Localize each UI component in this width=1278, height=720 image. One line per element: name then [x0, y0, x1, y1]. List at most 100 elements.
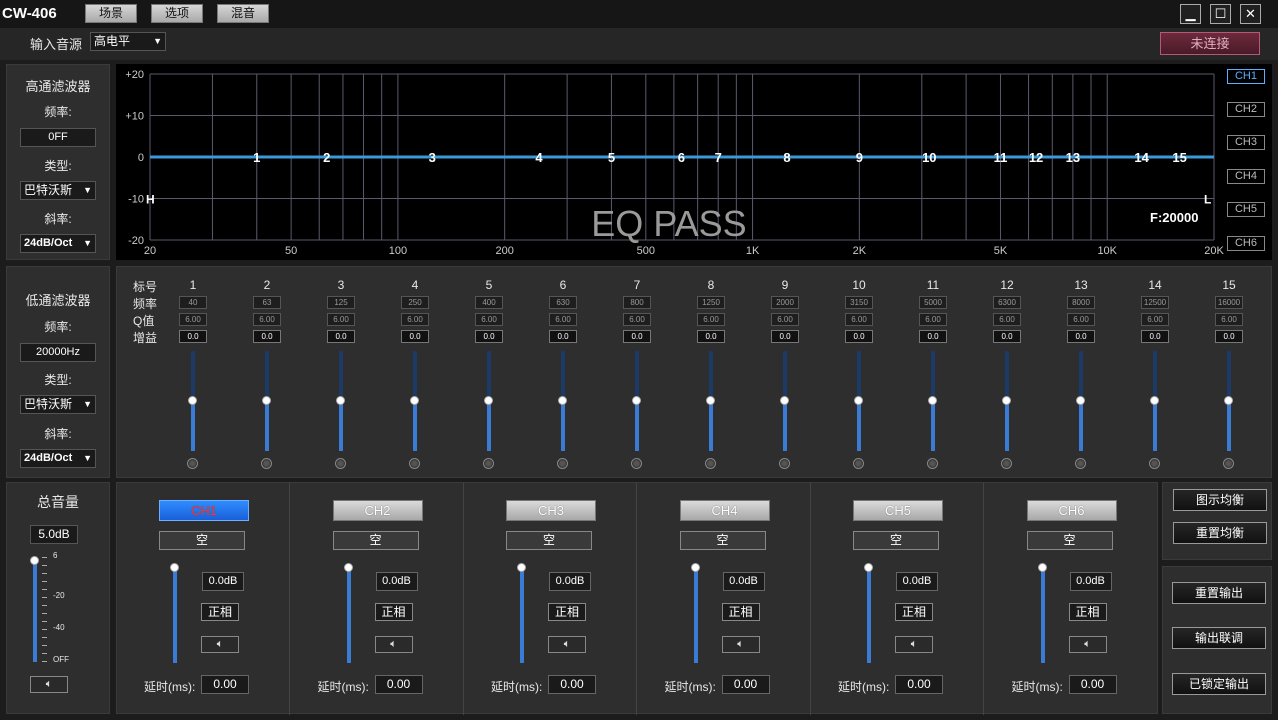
reset-output-button[interactable]: 重置输出	[1172, 582, 1266, 604]
band-q-field[interactable]: 6.00	[919, 313, 947, 326]
graph-tab-ch3[interactable]: CH3	[1227, 135, 1265, 150]
channel-slot-button[interactable]: 空	[506, 531, 592, 550]
band-freq-field[interactable]: 1250	[697, 296, 725, 309]
master-mute-button[interactable]: 🔈︎	[30, 676, 68, 693]
band-gain-field[interactable]: 0.0	[697, 330, 725, 343]
master-volume-value[interactable]: 5.0dB	[30, 525, 78, 544]
band-freq-field[interactable]: 3150	[845, 296, 873, 309]
band-gain-thumb[interactable]	[780, 396, 789, 405]
band-gain-thumb[interactable]	[706, 396, 715, 405]
channel-mute-button[interactable]: 🔈︎	[895, 636, 933, 653]
channel-slot-button[interactable]: 空	[332, 531, 419, 550]
band-q-field[interactable]: 6.00	[549, 313, 577, 326]
band-q-field[interactable]: 6.00	[1215, 313, 1243, 326]
minimize-icon[interactable]: ▁	[1180, 4, 1201, 24]
band-q-field[interactable]: 6.00	[1067, 313, 1095, 326]
band-gain-field[interactable]: 0.0	[771, 330, 799, 343]
delay-field[interactable]: 0.00	[374, 675, 423, 694]
band-gain-field[interactable]: 0.0	[919, 330, 947, 343]
channel-gain-value[interactable]: 0.0dB	[896, 572, 938, 591]
band-gain-field[interactable]: 0.0	[993, 330, 1021, 343]
band-gain-thumb[interactable]	[928, 396, 937, 405]
locked-output-button[interactable]: 已锁定输出	[1172, 673, 1266, 695]
channel-select-button[interactable]: CH4	[679, 500, 770, 521]
show-eq-button[interactable]: 图示均衡	[1173, 489, 1267, 511]
channel-gain-thumb[interactable]	[690, 562, 700, 572]
band-gain-thumb[interactable]	[854, 396, 863, 405]
menu-options-button[interactable]: 选项	[151, 4, 203, 23]
phase-button[interactable]: 正相	[1068, 603, 1107, 621]
band-freq-field[interactable]: 2000	[771, 296, 799, 309]
eq-response-graph[interactable]: +20 +10 0 -10 -20 20 50 100 200 500 1K 2K 5K 10K 20K 1 2…	[116, 64, 1272, 260]
delay-field[interactable]: 0.00	[895, 675, 943, 694]
band-freq-field[interactable]: 5000	[919, 296, 947, 309]
graph-tab-ch4[interactable]: CH4	[1227, 169, 1265, 184]
band-bypass-knob[interactable]	[187, 458, 198, 469]
phase-button[interactable]: 正相	[721, 603, 760, 621]
band-bypass-knob[interactable]	[927, 458, 938, 469]
lowpass-slope-select[interactable]: 24dB/Oct ▼	[20, 449, 96, 468]
band-q-field[interactable]: 6.00	[179, 313, 207, 326]
band-freq-field[interactable]: 400	[475, 296, 503, 309]
master-volume-thumb[interactable]	[30, 556, 39, 566]
band-gain-thumb[interactable]	[262, 396, 271, 405]
band-freq-field[interactable]: 630	[549, 296, 577, 309]
channel-gain-thumb[interactable]	[343, 562, 353, 572]
band-bypass-knob[interactable]	[631, 458, 642, 469]
band-bypass-knob[interactable]	[1149, 458, 1160, 469]
channel-mute-button[interactable]: 🔈︎	[201, 636, 239, 653]
channel-gain-thumb[interactable]	[864, 562, 873, 572]
band-gain-thumb[interactable]	[1150, 396, 1159, 405]
band-gain-thumb[interactable]	[1002, 396, 1011, 405]
lowpass-freq-field[interactable]: 20000Hz	[20, 343, 96, 362]
channel-mute-button[interactable]: 🔈︎	[1068, 636, 1107, 653]
delay-field[interactable]: 0.00	[721, 675, 770, 694]
channel-gain-value[interactable]: 0.0dB	[722, 572, 765, 591]
band-freq-field[interactable]: 8000	[1067, 296, 1095, 309]
band-q-field[interactable]: 6.00	[327, 313, 355, 326]
band-bypass-knob[interactable]	[483, 458, 494, 469]
channel-mute-button[interactable]: 🔈︎	[548, 636, 586, 653]
band-gain-field[interactable]: 0.0	[845, 330, 873, 343]
channel-select-button[interactable]: CH3	[506, 500, 596, 521]
band-gain-field[interactable]: 0.0	[327, 330, 355, 343]
delay-field[interactable]: 0.00	[1068, 675, 1117, 694]
highpass-type-select[interactable]: 巴特沃斯 ▼	[20, 181, 96, 200]
connection-status-button[interactable]: 未连接	[1160, 32, 1260, 55]
channel-slot-button[interactable]: 空	[1026, 531, 1113, 550]
channel-mute-button[interactable]: 🔈︎	[374, 636, 413, 653]
band-bypass-knob[interactable]	[1001, 458, 1012, 469]
band-freq-field[interactable]: 12500	[1141, 296, 1169, 309]
channel-select-button[interactable]: CH1	[159, 500, 249, 521]
graph-tab-ch6[interactable]: CH6	[1227, 236, 1265, 251]
maximize-icon[interactable]: ☐	[1210, 4, 1231, 24]
band-q-field[interactable]: 6.00	[845, 313, 873, 326]
band-gain-field[interactable]: 0.0	[401, 330, 429, 343]
band-gain-field[interactable]: 0.0	[253, 330, 281, 343]
band-gain-field[interactable]: 0.0	[475, 330, 503, 343]
band-freq-field[interactable]: 16000	[1215, 296, 1243, 309]
band-bypass-knob[interactable]	[557, 458, 568, 469]
phase-button[interactable]: 正相	[374, 603, 413, 621]
phase-button[interactable]: 正相	[201, 603, 239, 621]
band-bypass-knob[interactable]	[779, 458, 790, 469]
band-q-field[interactable]: 6.00	[623, 313, 651, 326]
band-gain-field[interactable]: 0.0	[1215, 330, 1243, 343]
band-gain-field[interactable]: 0.0	[623, 330, 651, 343]
band-gain-thumb[interactable]	[336, 396, 345, 405]
highpass-freq-field[interactable]: 0FF	[20, 128, 96, 147]
band-gain-thumb[interactable]	[558, 396, 567, 405]
band-bypass-knob[interactable]	[261, 458, 272, 469]
phase-button[interactable]: 正相	[548, 603, 586, 621]
band-q-field[interactable]: 6.00	[401, 313, 429, 326]
channel-slot-button[interactable]: 空	[159, 531, 245, 550]
band-bypass-knob[interactable]	[705, 458, 716, 469]
channel-gain-value[interactable]: 0.0dB	[375, 572, 418, 591]
band-freq-field[interactable]: 63	[253, 296, 281, 309]
band-bypass-knob[interactable]	[409, 458, 420, 469]
band-q-field[interactable]: 6.00	[253, 313, 281, 326]
lowpass-type-select[interactable]: 巴特沃斯 ▼	[20, 395, 96, 414]
menu-mix-button[interactable]: 混音	[217, 4, 269, 23]
band-bypass-knob[interactable]	[1223, 458, 1234, 469]
band-bypass-knob[interactable]	[335, 458, 346, 469]
